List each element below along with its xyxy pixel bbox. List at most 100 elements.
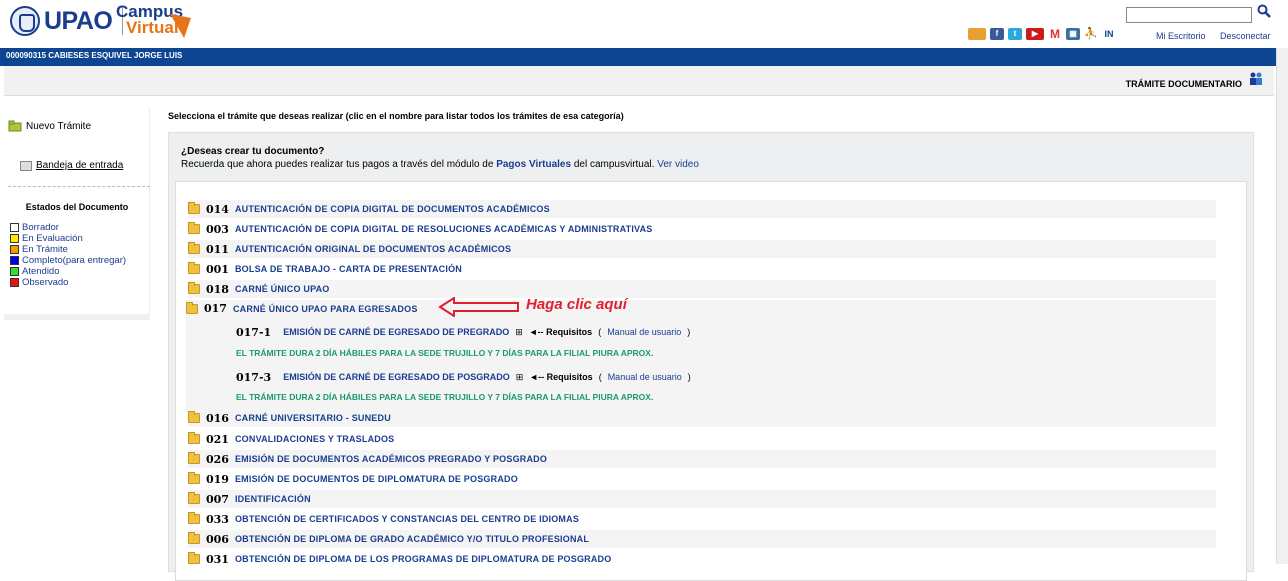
expand-toggle-icon[interactable]: ⊞ [515, 327, 523, 338]
gmail-icon[interactable]: M [1048, 28, 1062, 40]
social-icons: f t ▶ M ▦ ⛹ IN [968, 28, 1116, 40]
swatch-icon [10, 267, 19, 276]
item-code: 001 [206, 262, 229, 276]
item-title[interactable]: CARNÉ ÚNICO UPAO PARA EGRESADOS [233, 304, 418, 314]
list-item[interactable]: 007 IDENTIFICACIÓN [188, 490, 1216, 508]
subitem-title[interactable]: EMISIÓN DE CARNÉ DE EGRESADO DE PREGRADO [283, 327, 509, 337]
page-title: TRÁMITE DOCUMENTARIO [1125, 79, 1242, 89]
list-item[interactable]: 003 AUTENTICACIÓN DE COPIA DIGITAL DE RES… [188, 220, 1216, 238]
estado-label: Observado [22, 277, 69, 288]
subitem-row: 017-3 EMISIÓN DE CARNÉ DE EGRESADO DE PO… [236, 369, 691, 385]
item-title[interactable]: CONVALIDACIONES Y TRASLADOS [235, 434, 394, 444]
folder-icon [188, 282, 200, 294]
folder-icon [188, 222, 200, 234]
item-code: 014 [206, 202, 229, 216]
paren-open: ( [598, 372, 602, 382]
estado-observado: Observado [10, 277, 126, 288]
list-item[interactable]: 001 BOLSA DE TRABAJO - CARTA DE PRESENTAC… [188, 260, 1216, 278]
requisitos-label: ◄-- Requisitos [529, 372, 593, 382]
desconectar-link[interactable]: Desconectar [1220, 31, 1271, 41]
sidebar-divider [8, 186, 150, 187]
duration-note: EL TRÁMITE DURA 2 DÍA HÁBILES PARA LA SE… [236, 348, 654, 358]
paren-open: ( [598, 327, 602, 337]
ver-video-link[interactable]: Ver video [657, 159, 699, 170]
notice-text-end: del campusvirtual. [571, 159, 655, 170]
item-title[interactable]: EMISIÓN DE DOCUMENTOS ACADÉMICOS PREGRAD… [235, 454, 547, 464]
inbox-link[interactable]: Bandeja de entrada [20, 160, 123, 171]
estados-title: Estados del Documento [25, 202, 129, 212]
folder-icon [188, 262, 200, 274]
folder-icon [188, 472, 200, 484]
pagos-virtuales-link[interactable]: Pagos Virtuales [496, 159, 571, 170]
folder-icon [188, 432, 200, 444]
expand-toggle-icon[interactable]: ⊞ [516, 372, 524, 383]
scrollbar[interactable] [1276, 48, 1288, 564]
item-title[interactable]: BOLSA DE TRABAJO - CARTA DE PRESENTACIÓN [235, 264, 462, 274]
item-code: 007 [206, 492, 229, 506]
brand-name: UPAO [44, 6, 113, 35]
subitem-title[interactable]: EMISIÓN DE CARNÉ DE EGRESADO DE POSGRADO [283, 372, 510, 382]
list-item[interactable]: 021 CONVALIDACIONES Y TRASLADOS [188, 430, 1216, 448]
manual-link[interactable]: Manual de usuario [607, 327, 681, 337]
item-code: 021 [206, 432, 229, 446]
list-item[interactable]: 031 OBTENCIÓN DE DIPLOMA DE LOS PROGRAMAS… [188, 550, 1216, 568]
search-input[interactable] [1126, 7, 1252, 23]
item-title[interactable]: CARNÉ ÚNICO UPAO [235, 284, 330, 294]
inbox-icon [20, 160, 32, 171]
item-code: 003 [206, 222, 229, 236]
new-folder-icon [8, 120, 22, 132]
top-header: UPAO Campus Virtual f t ▶ M ▦ ⛹ IN Mi Es… [0, 0, 1288, 48]
item-title[interactable]: OBTENCIÓN DE DIPLOMA DE GRADO ACADÉMICO … [235, 534, 589, 544]
estado-evaluacion: En Evaluación [10, 233, 126, 244]
instruction-text: Selecciona el trámite que deseas realiza… [168, 111, 624, 121]
new-tramite-label: Nuevo Trámite [26, 120, 92, 132]
item-title[interactable]: CARNÉ UNIVERSITARIO - SUNEDU [235, 413, 391, 423]
search-icon[interactable] [1257, 4, 1271, 18]
mi-escritorio-link[interactable]: Mi Escritorio [1156, 31, 1206, 41]
item-title[interactable]: AUTENTICACIÓN DE COPIA DIGITAL DE RESOLU… [235, 224, 653, 234]
manual-link[interactable]: Manual de usuario [608, 372, 682, 382]
person-icon[interactable]: ⛹ [1084, 28, 1098, 40]
list-item[interactable]: 016 CARNÉ UNIVERSITARIO - SUNEDU [188, 409, 1216, 427]
payment-notice: Recuerda que ahora puedes realizar tus p… [181, 159, 699, 170]
list-item[interactable]: 018 CARNÉ ÚNICO UPAO [188, 280, 1216, 298]
youtube-icon[interactable]: ▶ [1026, 28, 1044, 40]
paren-close: ) [687, 327, 691, 337]
upao-logo[interactable]: UPAO [10, 6, 124, 36]
facebook-icon[interactable]: f [990, 28, 1004, 40]
item-title[interactable]: OBTENCIÓN DE DIPLOMA DE LOS PROGRAMAS DE… [235, 554, 611, 564]
subitem-row: 017-1 EMISIÓN DE CARNÉ DE EGRESADO DE PR… [236, 324, 690, 340]
item-title[interactable]: AUTENTICACIÓN ORIGINAL DE DOCUMENTOS ACA… [235, 244, 511, 254]
requisitos-label: ◄-- Requisitos [528, 327, 593, 337]
twitter-icon[interactable]: t [1008, 28, 1022, 40]
new-tramite-button[interactable]: Nuevo Trámite [8, 120, 91, 132]
estado-borrador: Borrador [10, 222, 126, 233]
item-code: 006 [206, 532, 229, 546]
list-item[interactable]: 033 OBTENCIÓN DE CERTIFICADOS Y CONSTANCI… [188, 510, 1216, 528]
calendar-icon[interactable]: ▦ [1066, 28, 1080, 40]
title-bar: TRÁMITE DOCUMENTARIO [4, 66, 1274, 96]
item-title[interactable]: IDENTIFICACIÓN [235, 494, 311, 504]
people-icon[interactable] [968, 28, 986, 40]
folder-icon [188, 202, 200, 214]
item-title[interactable]: AUTENTICACIÓN DE COPIA DIGITAL DE DOCUME… [235, 204, 550, 214]
list-item[interactable]: 014 AUTENTICACIÓN DE COPIA DIGITAL DE DOC… [188, 200, 1216, 218]
linkedin-icon[interactable]: IN [1102, 28, 1116, 40]
item-code: 018 [206, 282, 229, 296]
estado-completo: Completo(para entregar) [10, 255, 126, 266]
callout-text: Haga clic aquí [526, 296, 627, 313]
user-name: 000090315 CABIESES ESQUIVEL JORGE LUIS [6, 51, 183, 60]
item-code: 026 [206, 452, 229, 466]
users-icon [1250, 72, 1262, 85]
sidebar: Nuevo Trámite Bandeja de entrada Estados… [4, 108, 150, 320]
item-title[interactable]: OBTENCIÓN DE CERTIFICADOS Y CONSTANCIAS … [235, 514, 579, 524]
list-item[interactable]: 019 EMISIÓN DE DOCUMENTOS DE DIPLOMATURA … [188, 470, 1216, 488]
create-question: ¿Deseas crear tu documento? [181, 146, 325, 157]
item-code: 019 [206, 472, 229, 486]
callout-arrow-icon [438, 297, 519, 317]
list-item[interactable]: 011 AUTENTICACIÓN ORIGINAL DE DOCUMENTOS … [188, 240, 1216, 258]
item-title[interactable]: EMISIÓN DE DOCUMENTOS DE DIPLOMATURA DE … [235, 474, 518, 484]
folder-icon [188, 492, 200, 504]
list-item[interactable]: 006 OBTENCIÓN DE DIPLOMA DE GRADO ACADÉMI… [188, 530, 1216, 548]
list-item[interactable]: 026 EMISIÓN DE DOCUMENTOS ACADÉMICOS PREG… [188, 450, 1216, 468]
